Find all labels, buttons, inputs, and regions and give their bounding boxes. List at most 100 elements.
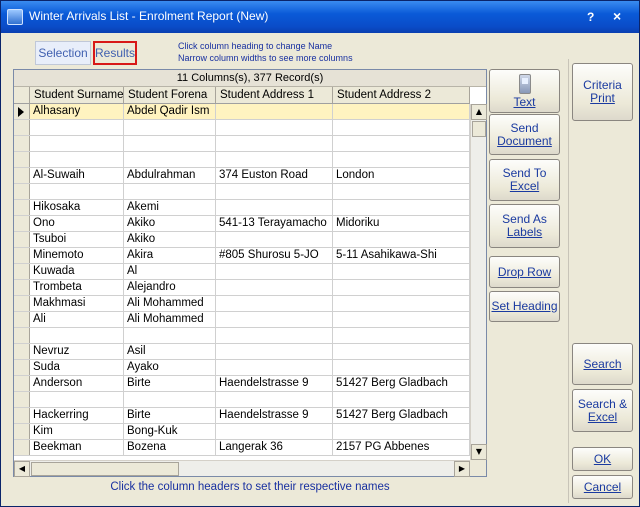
table-row[interactable]: Makhmasi Ali Mohammed [14, 296, 470, 312]
cell-address-1[interactable] [216, 104, 333, 119]
cell-address-2[interactable] [333, 392, 470, 407]
drop-row-button[interactable]: Drop Row [489, 256, 560, 288]
cell-address-2[interactable]: 51427 Berg Gladbach [333, 376, 470, 391]
row-header[interactable] [14, 312, 30, 327]
table-row[interactable]: Kim Bong-Kuk [14, 424, 470, 440]
scroll-down-icon[interactable]: ▼ [471, 444, 487, 460]
cell-address-2[interactable] [333, 344, 470, 359]
row-header[interactable] [14, 408, 30, 423]
cell-surname[interactable]: Hikosaka [30, 200, 124, 215]
cell-address-1[interactable] [216, 312, 333, 327]
cell-surname[interactable]: Kuwada [30, 264, 124, 279]
cell-address-2[interactable] [333, 280, 470, 295]
table-row[interactable]: Hackerring Birte Haendelstrasse 9 51427 Ber… [14, 408, 470, 424]
table-row[interactable]: Minemoto Akira #805 Shurosu 5-JO 5-11 Asahi… [14, 248, 470, 264]
cell-surname[interactable]: Kim [30, 424, 124, 439]
cell-forename[interactable]: Ali Mohammed [124, 312, 216, 327]
cell-surname[interactable]: Minemoto [30, 248, 124, 263]
cell-surname[interactable] [30, 328, 124, 343]
column-header-address-1[interactable]: Student Address 1 [216, 87, 333, 103]
cell-address-1[interactable]: Langerak 36 [216, 440, 333, 455]
cancel-button[interactable]: Cancel [572, 475, 633, 499]
cell-address-2[interactable] [333, 200, 470, 215]
cell-surname[interactable]: Beekman [30, 440, 124, 455]
cell-surname[interactable] [30, 184, 124, 199]
cell-address-2[interactable] [333, 296, 470, 311]
cell-address-2[interactable] [333, 264, 470, 279]
cell-surname[interactable]: Anderson [30, 376, 124, 391]
row-header[interactable] [14, 440, 30, 455]
cell-surname[interactable]: Alhasany [30, 104, 124, 119]
row-header[interactable] [14, 392, 30, 407]
table-row[interactable]: Ono Akiko 541-13 Terayamacho Midoriku [14, 216, 470, 232]
row-header[interactable] [14, 216, 30, 231]
cell-address-2[interactable] [333, 360, 470, 375]
table-row[interactable]: Suda Ayako [14, 360, 470, 376]
cell-surname[interactable]: Ono [30, 216, 124, 231]
column-header-surname[interactable]: Student Surname [30, 87, 124, 103]
row-header[interactable] [14, 264, 30, 279]
cell-address-1[interactable]: Haendelstrasse 9 [216, 408, 333, 423]
text-button[interactable]: Text [489, 69, 560, 113]
tab-results[interactable]: Results [93, 41, 137, 65]
scroll-left-icon[interactable]: ◀ [14, 461, 30, 477]
cell-address-2[interactable]: London [333, 168, 470, 183]
search-and-excel-button[interactable]: Search & Excel [572, 389, 633, 432]
help-icon[interactable]: ? [587, 10, 594, 24]
cell-address-1[interactable] [216, 264, 333, 279]
ok-button[interactable]: OK [572, 447, 633, 471]
scroll-right-icon[interactable]: ▶ [454, 461, 470, 477]
cell-forename[interactable]: Asil [124, 344, 216, 359]
table-row[interactable] [14, 328, 470, 344]
cell-surname[interactable]: Nevruz [30, 344, 124, 359]
cell-address-2[interactable]: 51427 Berg Gladbach [333, 408, 470, 423]
cell-forename[interactable] [124, 328, 216, 343]
scroll-up-icon[interactable]: ▲ [471, 104, 487, 120]
cell-forename[interactable]: Akiko [124, 232, 216, 247]
cell-surname[interactable] [30, 392, 124, 407]
cell-forename[interactable]: Ali Mohammed [124, 296, 216, 311]
row-header[interactable] [14, 280, 30, 295]
cell-forename[interactable] [124, 152, 216, 167]
row-header[interactable] [14, 200, 30, 215]
table-row[interactable]: Tsuboi Akiko [14, 232, 470, 248]
cell-address-2[interactable] [333, 312, 470, 327]
results-grid[interactable]: 11 Columns(s), 377 Record(s) Student Sur… [13, 69, 487, 477]
cell-forename[interactable] [124, 136, 216, 151]
cell-surname[interactable]: Al-Suwaih [30, 168, 124, 183]
cell-forename[interactable]: Al [124, 264, 216, 279]
row-header[interactable] [14, 152, 30, 167]
table-row[interactable] [14, 120, 470, 136]
table-row[interactable] [14, 152, 470, 168]
row-header[interactable] [14, 376, 30, 391]
cell-surname[interactable]: Makhmasi [30, 296, 124, 311]
cell-forename[interactable]: Birte [124, 408, 216, 423]
cell-address-1[interactable]: 374 Euston Road [216, 168, 333, 183]
cell-forename[interactable]: Bong-Kuk [124, 424, 216, 439]
set-heading-button[interactable]: Set Heading [489, 291, 560, 322]
cell-address-1[interactable] [216, 120, 333, 135]
cell-forename[interactable] [124, 392, 216, 407]
cell-surname[interactable]: Tsuboi [30, 232, 124, 247]
cell-address-2[interactable] [333, 104, 470, 119]
cell-forename[interactable]: Alejandro [124, 280, 216, 295]
row-header[interactable] [14, 168, 30, 183]
cell-address-1[interactable] [216, 184, 333, 199]
cell-address-1[interactable] [216, 296, 333, 311]
cell-forename[interactable]: Bozena [124, 440, 216, 455]
cell-address-2[interactable] [333, 328, 470, 343]
column-header-address-2[interactable]: Student Address 2 [333, 87, 470, 103]
cell-surname[interactable]: Ali [30, 312, 124, 327]
table-row[interactable]: Al-Suwaih Abdulrahman 374 Euston Road Londo… [14, 168, 470, 184]
row-header[interactable] [14, 360, 30, 375]
cell-address-1[interactable] [216, 360, 333, 375]
cell-address-1[interactable] [216, 200, 333, 215]
send-to-excel-button[interactable]: Send To Excel [489, 159, 560, 201]
cell-address-2[interactable] [333, 136, 470, 151]
cell-surname[interactable]: Suda [30, 360, 124, 375]
table-row[interactable]: Anderson Birte Haendelstrasse 9 51427 Berg … [14, 376, 470, 392]
row-header[interactable] [14, 328, 30, 343]
cell-surname[interactable] [30, 120, 124, 135]
tab-selection[interactable]: Selection [35, 41, 91, 65]
cell-address-1[interactable]: #805 Shurosu 5-JO [216, 248, 333, 263]
